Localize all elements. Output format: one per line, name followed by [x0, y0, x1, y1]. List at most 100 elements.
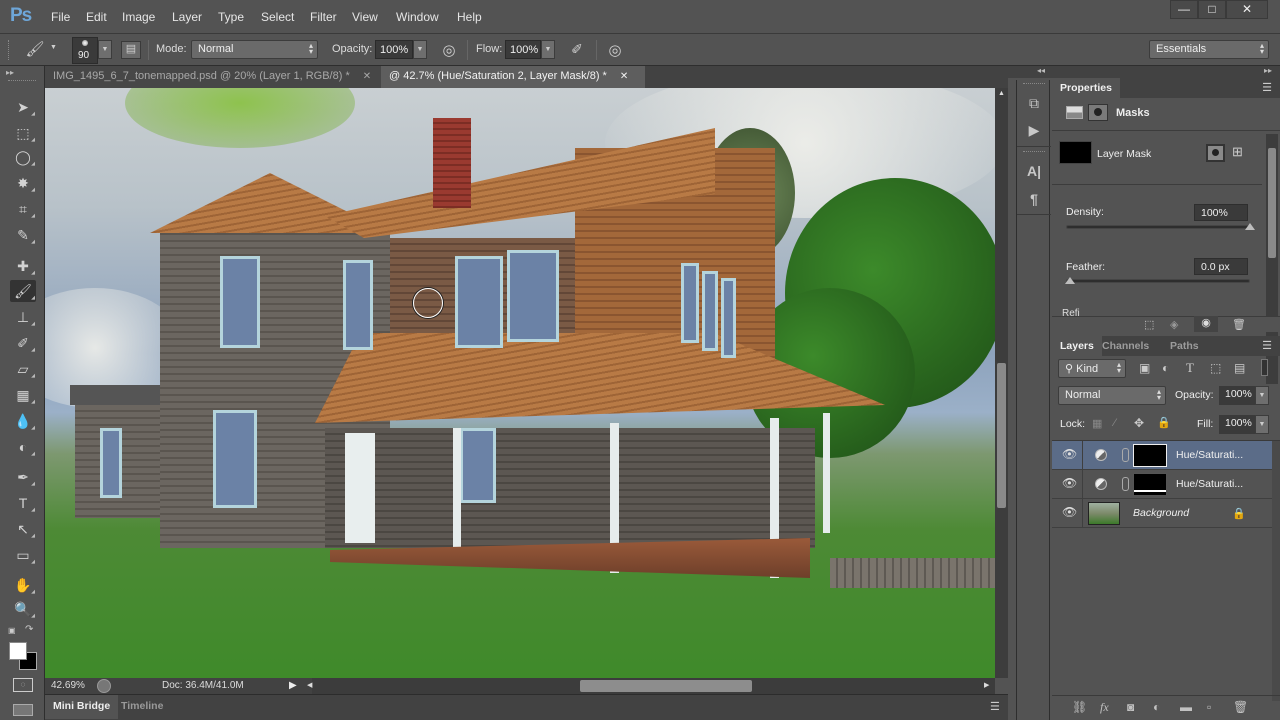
screen-mode-icon[interactable] [13, 704, 33, 716]
airbrush-icon[interactable]: ✐ [566, 41, 588, 58]
delete-layer-icon[interactable]: 🗑 [1233, 700, 1248, 714]
tab-paths[interactable]: Paths [1162, 336, 1207, 356]
filter-type-icon[interactable]: T [1186, 360, 1194, 376]
add-mask-icon[interactable]: ◙ [1127, 700, 1134, 714]
scroll-up-icon[interactable]: ▲ [998, 90, 1005, 97]
layer-mask-thumbnail[interactable] [1133, 444, 1167, 467]
vertical-scroll-thumb[interactable] [997, 363, 1006, 508]
workspace-select[interactable]: Essentials ▴ ▾ [1149, 40, 1269, 59]
magic-wand-tool[interactable]: ✸ ◢ [10, 172, 36, 194]
visibility-eye-icon[interactable]: 👁 [1062, 506, 1077, 518]
tool-preset-dropdown-icon[interactable]: ▼ [50, 44, 57, 51]
new-group-icon[interactable]: ▬ [1180, 700, 1192, 714]
panel-menu-icon[interactable]: ☰ [1262, 81, 1272, 94]
density-input[interactable]: 100% [1194, 204, 1248, 221]
menu-type[interactable]: Type [218, 10, 244, 24]
crop-tool[interactable]: ⌗ ◢ [10, 198, 36, 220]
tab-timeline[interactable]: Timeline [115, 695, 169, 719]
expand-right-icon[interactable]: ▸▸ [1264, 66, 1272, 75]
lock-position-icon[interactable]: ✥ [1134, 416, 1144, 430]
load-selection-icon[interactable]: ⬚ [1144, 318, 1154, 331]
close-tab-icon[interactable]: ✕ [363, 71, 371, 82]
pressure-opacity-icon[interactable]: ◎ [438, 41, 460, 59]
tab-mini-bridge[interactable]: Mini Bridge [45, 695, 119, 719]
collapse-left-icon[interactable]: ◂◂ [1037, 66, 1045, 75]
filter-shape-icon[interactable]: ⬚ [1210, 361, 1221, 375]
add-layer-style-icon[interactable]: fx [1100, 700, 1109, 715]
pressure-size-icon[interactable]: ◎ [604, 41, 626, 59]
menu-filter[interactable]: Filter [310, 10, 337, 24]
status-menu-arrow-icon[interactable]: ▶ [289, 680, 297, 691]
layer-row[interactable]: 👁 Background 🔒 [1052, 499, 1272, 528]
minimize-button[interactable]: — [1170, 0, 1198, 19]
properties-scroll-thumb[interactable] [1268, 148, 1276, 258]
default-colors-icon[interactable]: ▣ [8, 626, 16, 635]
panel-menu-icon[interactable]: ☰ [1262, 339, 1272, 352]
swap-colors-icon[interactable]: ↷ [25, 624, 33, 635]
filter-adjustment-icon[interactable]: ◐ [1162, 361, 1169, 375]
menu-help[interactable]: Help [457, 10, 482, 24]
fill-input[interactable]: 100% [1219, 415, 1255, 434]
layer-thumbnail[interactable] [1088, 502, 1120, 525]
fill-dropdown[interactable]: ▼ [1255, 415, 1269, 434]
menu-select[interactable]: Select [261, 10, 294, 24]
mask-link-icon[interactable] [1122, 477, 1129, 491]
paragraph-icon[interactable]: ¶ [1023, 188, 1045, 210]
menu-window[interactable]: Window [396, 10, 439, 24]
layer-name[interactable]: Background [1133, 507, 1189, 519]
eyedropper-tool[interactable]: ✎ ◢ [10, 224, 36, 246]
pen-tool[interactable]: ✒ ◢ [10, 466, 36, 488]
feather-slider-thumb[interactable] [1065, 277, 1075, 284]
dock-grip[interactable] [1023, 83, 1045, 84]
lock-all-icon[interactable]: 🔒 [1157, 416, 1171, 429]
maximize-button[interactable]: □ [1198, 0, 1226, 19]
filter-pixel-icon[interactable]: ▣ [1139, 361, 1150, 375]
menu-edit[interactable]: Edit [86, 10, 107, 24]
disable-mask-icon[interactable]: ◉ [1194, 316, 1218, 332]
layer-name[interactable]: Hue/Saturati... [1176, 478, 1243, 490]
dodge-tool[interactable]: ◐ ◢ [10, 436, 36, 458]
layer-row[interactable]: 👁 Hue/Saturati... [1052, 470, 1272, 499]
clone-stamp-tool[interactable]: ⊥ ◢ [10, 306, 36, 328]
feather-slider[interactable] [1066, 279, 1250, 283]
layer-filter-kind-select[interactable]: ⚲ Kind ▴ ▾ [1058, 359, 1126, 378]
actions-icon[interactable]: ▶ [1023, 119, 1045, 141]
brush-size-picker[interactable]: 90 [72, 37, 98, 64]
brush-picker-dropdown[interactable]: ▼ [98, 40, 112, 59]
visibility-eye-icon[interactable]: 👁 [1062, 448, 1077, 460]
menu-image[interactable]: Image [122, 10, 155, 24]
menu-file[interactable]: File [51, 10, 70, 24]
blend-mode-select[interactable]: Normal ▴ ▾ [1058, 386, 1166, 405]
layers-scrollbar[interactable] [1272, 441, 1280, 701]
layer-opacity-input[interactable]: 100% [1219, 386, 1255, 405]
quick-mask-icon[interactable]: ◌ [13, 678, 33, 692]
density-slider[interactable] [1066, 225, 1250, 229]
layer-name[interactable]: Hue/Saturati... [1176, 449, 1243, 461]
brush-panel-toggle-icon[interactable]: ▤ [121, 41, 141, 59]
adjustment-properties-icon[interactable] [1066, 106, 1083, 119]
lasso-tool[interactable]: ◯ ◢ [10, 146, 36, 168]
visibility-eye-icon[interactable]: 👁 [1062, 477, 1077, 489]
add-vector-mask-icon[interactable]: ⊞ [1232, 144, 1243, 160]
panel-menu-icon[interactable]: ☰ [990, 700, 1000, 713]
new-layer-icon[interactable]: ▫ [1207, 700, 1211, 714]
opacity-dropdown[interactable]: ▼ [413, 40, 427, 59]
link-layers-icon[interactable]: ⛓ [1072, 700, 1087, 714]
brush-tool[interactable]: 🖌 ◢ [10, 280, 36, 302]
horizontal-scroll-thumb[interactable] [580, 680, 752, 692]
brush-icon[interactable]: 🖌 [22, 40, 48, 58]
history-icon[interactable]: ⧉ [1023, 92, 1045, 114]
rectangle-tool[interactable]: ▭ ◢ [10, 544, 36, 566]
dock-grip[interactable] [1023, 151, 1045, 152]
move-tool[interactable]: ➤ ◢ [10, 96, 36, 118]
filter-smart-object-icon[interactable]: ▤ [1234, 361, 1245, 375]
select-layer-mask-icon[interactable] [1206, 144, 1225, 162]
close-button[interactable]: ✕ [1226, 0, 1268, 19]
scroll-right-icon[interactable]: ▶ [984, 681, 989, 689]
layer-mask-thumbnail[interactable] [1059, 141, 1092, 164]
history-brush-tool[interactable]: ✐ ◢ [10, 332, 36, 354]
document-canvas[interactable] [45, 88, 995, 678]
type-tool[interactable]: T ◢ [10, 492, 36, 514]
zoom-level[interactable]: 42.69% [51, 680, 85, 691]
scroll-left-icon[interactable]: ◀ [307, 681, 312, 689]
